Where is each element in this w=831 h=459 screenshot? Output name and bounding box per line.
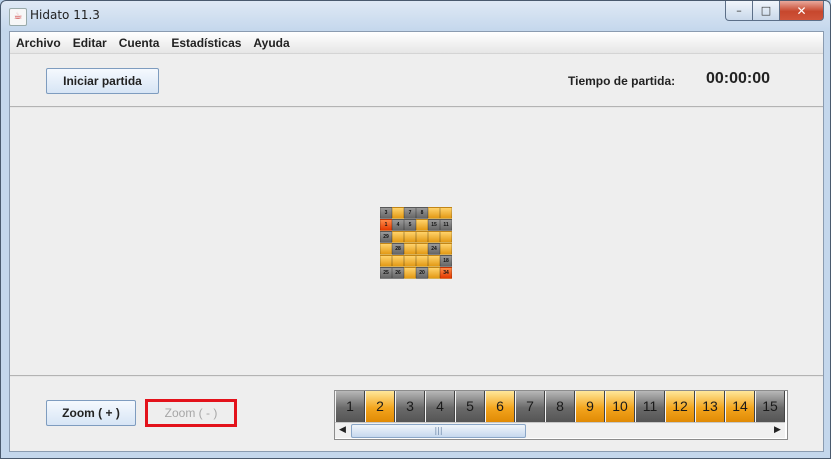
board-cell[interactable]: 26 [392,267,404,279]
menu-editar[interactable]: Editar [67,36,115,50]
number-tile[interactable]: 1 [335,391,365,422]
board-cell[interactable] [416,255,428,267]
app-window: ☕ Hidato 11.3 – □ ✕ Archivo Editar Cuent… [0,0,831,459]
client-area: Archivo Editar Cuenta Estadísticas Ayuda… [9,31,824,452]
board-cell[interactable]: 15 [428,219,440,231]
board-cell[interactable] [392,207,404,219]
board-cell[interactable]: 20 [416,267,428,279]
board-cell[interactable]: 5 [404,219,416,231]
number-tile[interactable]: 5 [455,391,485,422]
board-cell[interactable] [416,219,428,231]
scroll-left-icon[interactable]: ◀ [335,423,350,438]
menu-cuenta[interactable]: Cuenta [113,36,168,50]
board-cell[interactable]: 7 [404,207,416,219]
palette-tiles: 1 2 3 4 5 6 7 8 9 10 11 12 13 14 15 [335,391,785,422]
number-tile[interactable]: 3 [395,391,425,422]
close-button[interactable]: ✕ [780,1,824,21]
board-cell[interactable] [404,267,416,279]
zoom-in-button[interactable]: Zoom ( + ) [46,400,136,426]
board-cell[interactable] [380,243,392,255]
board-cell[interactable] [404,231,416,243]
game-time-value: 00:00:00 [706,70,771,87]
menu-bar: Archivo Editar Cuenta Estadísticas Ayuda [10,32,823,54]
board-cell[interactable]: 34 [440,267,452,279]
scroll-thumb[interactable]: ||| [351,424,526,438]
start-game-button[interactable]: Iniciar partida [46,68,159,94]
board-cell[interactable]: 28 [392,243,404,255]
board-cell[interactable] [380,255,392,267]
hidato-board[interactable]: 3 7 8 1 4 5 15 11 29 28 24 18 25 26 20 34 [380,207,452,279]
board-cell[interactable] [428,207,440,219]
menu-archivo[interactable]: Archivo [10,36,69,50]
number-palette: 1 2 3 4 5 6 7 8 9 10 11 12 13 14 15 ◀ ||| ▶ [334,390,788,440]
board-cell[interactable] [416,231,428,243]
number-tile[interactable]: 11 [635,391,665,422]
board-cell[interactable]: 11 [440,219,452,231]
board-cell[interactable] [440,207,452,219]
board-cell[interactable] [404,255,416,267]
board-cell[interactable] [440,231,452,243]
number-tile[interactable]: 14 [725,391,755,422]
board-cell[interactable] [392,255,404,267]
title-bar[interactable]: ☕ Hidato 11.3 – □ ✕ [1,1,830,31]
number-tile[interactable]: 2 [365,391,395,422]
number-tile[interactable]: 12 [665,391,695,422]
zoom-out-highlight-box [145,399,237,427]
number-tile[interactable]: 6 [485,391,515,422]
game-time-label: Tiempo de partida: [568,74,676,88]
window-controls: – □ ✕ [725,1,824,21]
number-tile[interactable]: 9 [575,391,605,422]
menu-ayuda[interactable]: Ayuda [247,36,297,50]
java-cup-icon: ☕ [9,8,27,26]
window-title: Hidato 11.3 [30,8,100,22]
board-cell[interactable]: 1 [380,219,392,231]
board-cell[interactable] [392,231,404,243]
board-cell[interactable] [428,231,440,243]
number-tile[interactable]: 13 [695,391,725,422]
board-cell[interactable]: 3 [380,207,392,219]
palette-scrollbar[interactable]: ◀ ||| ▶ [335,422,785,438]
board-cell[interactable] [416,243,428,255]
number-tile[interactable]: 4 [425,391,455,422]
menu-estadisticas[interactable]: Estadísticas [165,36,249,50]
scroll-right-icon[interactable]: ▶ [770,423,785,438]
board-cell[interactable]: 25 [380,267,392,279]
number-tile[interactable]: 8 [545,391,575,422]
board-cell[interactable]: 24 [428,243,440,255]
board-cell[interactable] [428,255,440,267]
maximize-button[interactable]: □ [753,1,780,21]
board-cell[interactable]: 8 [416,207,428,219]
number-tile[interactable]: 7 [515,391,545,422]
top-separator [10,106,823,108]
board-cell[interactable]: 4 [392,219,404,231]
board-cell[interactable] [404,243,416,255]
board-cell[interactable]: 29 [380,231,392,243]
board-cell[interactable] [428,267,440,279]
minimize-button[interactable]: – [725,1,753,21]
board-cell[interactable] [440,243,452,255]
number-tile[interactable]: 10 [605,391,635,422]
bottom-separator [10,375,823,377]
board-cell[interactable]: 18 [440,255,452,267]
number-tile[interactable]: 15 [755,391,785,422]
